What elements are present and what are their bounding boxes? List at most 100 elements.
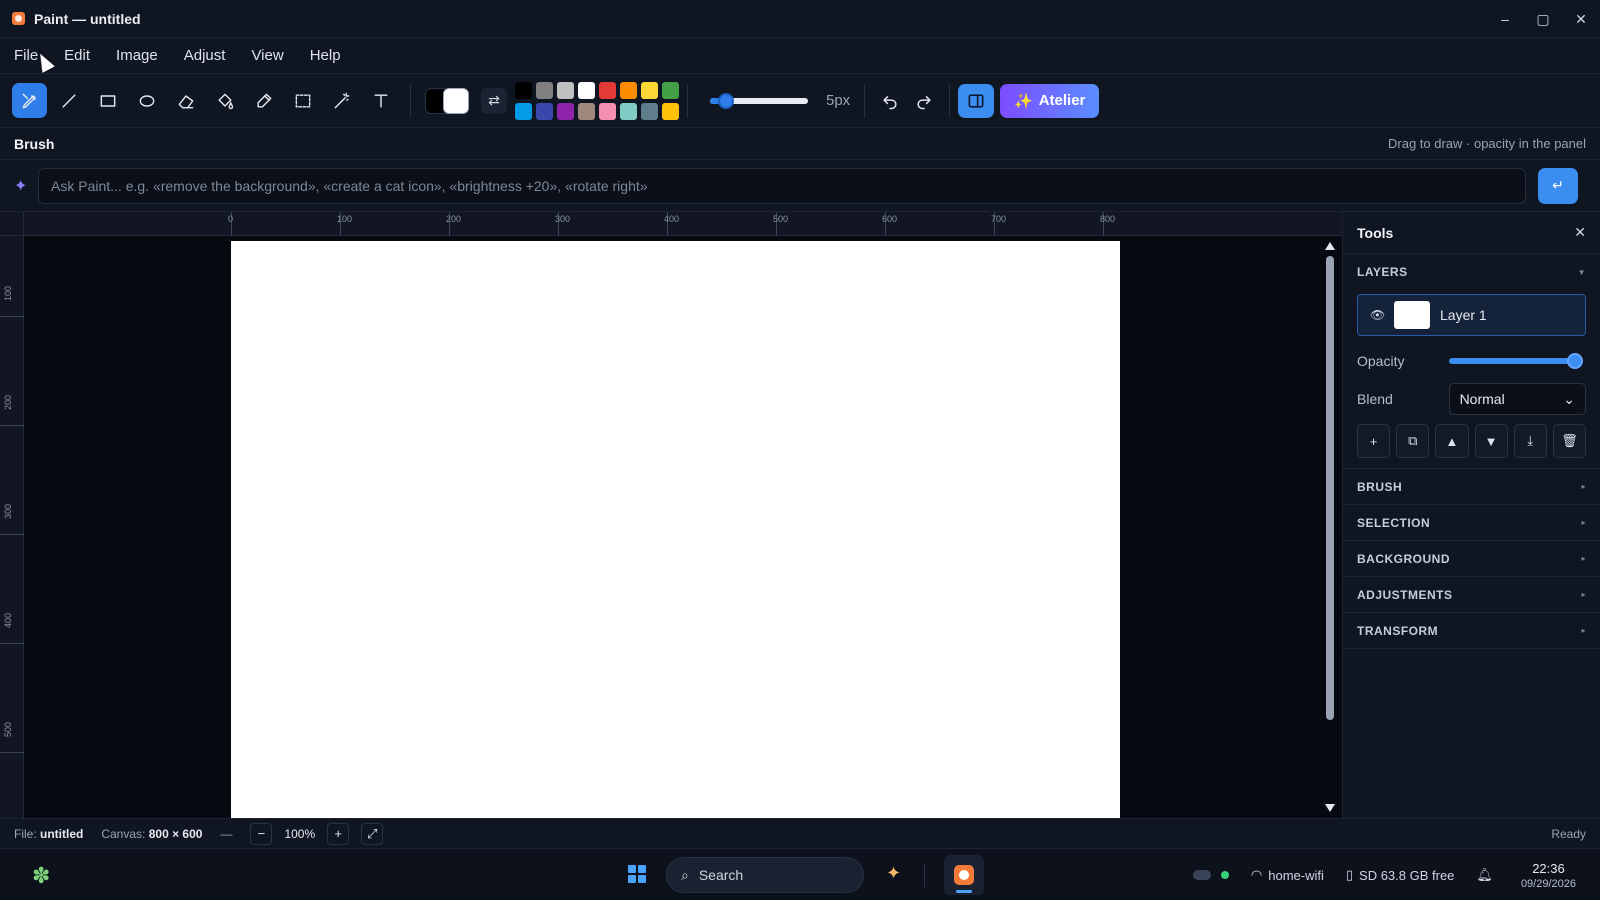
- add-layer-button[interactable]: +: [1357, 424, 1391, 458]
- menu-image[interactable]: Image: [116, 47, 158, 64]
- copilot-icon[interactable]: ✦: [886, 863, 901, 884]
- menu-view[interactable]: View: [251, 47, 283, 64]
- eraser-tool-button[interactable]: [168, 83, 203, 118]
- minimize-button[interactable]: –: [1486, 0, 1524, 38]
- line-tool-button[interactable]: [51, 83, 86, 118]
- blend-mode-select[interactable]: Normal ⌄: [1448, 383, 1586, 415]
- ellipse-tool-button[interactable]: [129, 83, 164, 118]
- ruler-tick: 0: [228, 212, 233, 236]
- palette-color-swatch[interactable]: [620, 81, 637, 99]
- magic-wand-tool-button[interactable]: [324, 83, 359, 118]
- move-layer-down-button[interactable]: ▼: [1474, 424, 1508, 458]
- undo-button[interactable]: [873, 84, 907, 118]
- layer-row[interactable]: 👁 Layer 1: [1357, 294, 1586, 336]
- palette-color-swatch[interactable]: [620, 102, 637, 120]
- ask-send-button[interactable]: ↵: [1538, 167, 1578, 204]
- duplicate-layer-button[interactable]: ⧉: [1396, 424, 1430, 458]
- opacity-knob[interactable]: [1567, 353, 1583, 369]
- palette-color-swatch[interactable]: [578, 102, 595, 120]
- ruler-tick: 400: [664, 212, 679, 236]
- scrollbar-thumb[interactable]: [1326, 256, 1334, 720]
- selection-section-header[interactable]: SELECTION ▸: [1343, 505, 1600, 541]
- maximize-button[interactable]: ▢: [1524, 0, 1562, 38]
- drawing-canvas[interactable]: [231, 241, 1120, 818]
- ask-input[interactable]: [38, 167, 1526, 204]
- palette-color-swatch[interactable]: [536, 102, 553, 120]
- clock[interactable]: 22:36 09/29/2026: [1521, 861, 1576, 890]
- move-layer-up-button[interactable]: ▲: [1435, 424, 1469, 458]
- toggle-panel-button[interactable]: [958, 83, 994, 118]
- menu-help[interactable]: Help: [310, 47, 341, 64]
- palette-color-swatch[interactable]: [641, 81, 658, 99]
- notifications-bell-icon[interactable]: 🔔︎: [1476, 867, 1493, 883]
- scroll-down-arrow-icon[interactable]: [1325, 804, 1335, 812]
- redo-button[interactable]: [907, 84, 941, 118]
- brush-section-header[interactable]: BRUSH ▸: [1343, 469, 1600, 505]
- palette-color-swatch[interactable]: [557, 81, 574, 99]
- atelier-button[interactable]: ✨ Atelier: [1000, 83, 1100, 118]
- layers-section-header[interactable]: LAYERS ▼: [1343, 254, 1600, 290]
- background-section-header[interactable]: BACKGROUND ▸: [1343, 541, 1600, 577]
- eyedropper-tool-button[interactable]: [246, 83, 281, 118]
- zoom-out-button[interactable]: −: [250, 822, 273, 845]
- ellipse-icon: [139, 94, 154, 107]
- status-dot-icon: [1220, 871, 1229, 879]
- storage-status[interactable]: ▯ SD 63.8 GB free: [1346, 867, 1455, 883]
- magic-wand-icon: [334, 92, 349, 108]
- panel-close-icon[interactable]: ✕: [1574, 224, 1586, 241]
- merge-down-button[interactable]: ⤓: [1513, 424, 1547, 458]
- slider-thumb[interactable]: [718, 92, 735, 109]
- palette-color-swatch[interactable]: [662, 102, 679, 120]
- vertical-scrollbar[interactable]: [1322, 240, 1338, 814]
- canvas-workspace: 0 100 200 300 400 500 600 700 800 100 200 300 400 50…: [0, 212, 1342, 818]
- chevron-right-icon: ▸: [1581, 482, 1586, 491]
- paint-app-icon: [954, 865, 974, 885]
- select-tool-button[interactable]: [285, 83, 320, 118]
- brush-tool-button[interactable]: [12, 83, 47, 118]
- menu-adjust[interactable]: Adjust: [184, 47, 226, 64]
- delete-layer-button[interactable]: 🗑: [1552, 424, 1587, 458]
- text-tool-button[interactable]: [363, 83, 398, 118]
- ruler-tick: 500: [0, 722, 24, 753]
- file-name: untitled: [40, 826, 84, 841]
- palette-color-swatch[interactable]: [515, 81, 532, 99]
- swap-colors-button[interactable]: ⇄: [481, 87, 507, 114]
- layer-thumbnail: [1394, 301, 1430, 329]
- ruler-tick: 400: [0, 613, 24, 644]
- file-status: File: untitled: [14, 827, 83, 841]
- paint-taskbar-button[interactable]: [944, 855, 984, 895]
- chevron-down-icon: ⌄: [1563, 390, 1575, 407]
- adjustments-section-header[interactable]: ADJUSTMENTS ▸: [1343, 577, 1600, 613]
- widgets-icon[interactable]: ✽: [32, 863, 50, 889]
- palette-color-swatch[interactable]: [536, 81, 553, 99]
- ready-status: Ready: [1551, 827, 1586, 841]
- opacity-slider[interactable]: [1449, 353, 1583, 369]
- start-menu-icon[interactable]: [628, 865, 646, 883]
- palette-color-swatch[interactable]: [515, 102, 532, 120]
- ruler-tick: 700: [991, 212, 1006, 236]
- close-button[interactable]: ✕: [1562, 0, 1600, 38]
- toolbar-divider: [410, 83, 411, 118]
- taskbar-search[interactable]: ⌕ Search: [666, 857, 864, 893]
- palette-color-swatch[interactable]: [662, 81, 679, 99]
- palette-color-swatch[interactable]: [599, 102, 616, 120]
- fit-screen-button[interactable]: ⤢: [361, 822, 384, 845]
- fill-tool-button[interactable]: [207, 83, 242, 118]
- brush-size-slider[interactable]: [710, 91, 808, 111]
- scroll-up-arrow-icon[interactable]: [1325, 242, 1335, 250]
- menu-edit[interactable]: Edit: [64, 47, 90, 64]
- color-swatches: [423, 84, 473, 118]
- palette-color-swatch[interactable]: [599, 81, 616, 99]
- palette-color-swatch[interactable]: [641, 102, 658, 120]
- wifi-status[interactable]: ◠ home-wifi: [1251, 867, 1324, 883]
- toggle-icon[interactable]: [1192, 870, 1211, 880]
- canvas-size: 800 × 600: [148, 826, 203, 841]
- visibility-eye-icon[interactable]: 👁: [1370, 308, 1390, 322]
- palette-color-swatch[interactable]: [557, 102, 574, 120]
- secondary-color-swatch[interactable]: [443, 87, 469, 114]
- rectangle-tool-button[interactable]: [90, 83, 125, 118]
- transform-section-header[interactable]: TRANSFORM ▸: [1343, 613, 1600, 649]
- palette-color-swatch[interactable]: [578, 81, 595, 99]
- zoom-in-button[interactable]: +: [327, 822, 350, 845]
- undo-icon: [883, 95, 897, 109]
